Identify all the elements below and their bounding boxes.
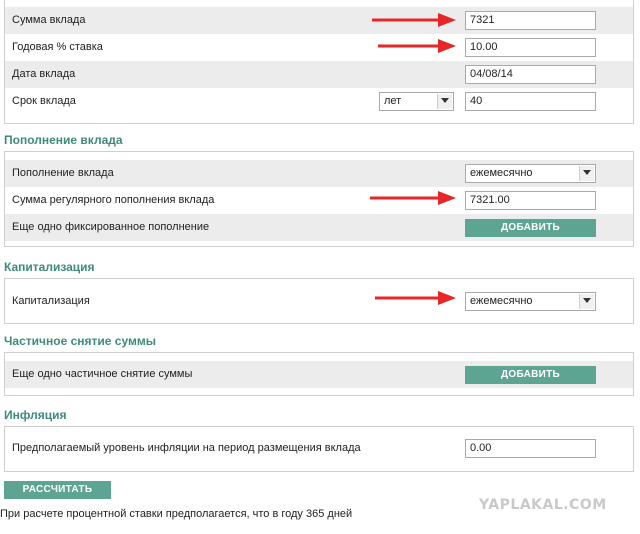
term-unit-value: лет xyxy=(384,95,402,107)
row-regular: Сумма регулярного пополнения вклада 7321… xyxy=(5,187,633,214)
red-arrow-icon xyxy=(378,39,456,53)
date-input[interactable]: 04/08/14 xyxy=(465,65,596,84)
fixed-label: Еще одно фиксированное пополнение xyxy=(12,221,210,233)
rate-input[interactable]: 10.00 xyxy=(465,38,596,57)
row-replenish-freq: Пополнение вклада ежемесячно xyxy=(5,160,633,187)
withdrawal-panel: Еще одно частичное снятие суммы ДОБАВИТЬ xyxy=(4,352,634,396)
term-input[interactable]: 40 xyxy=(465,92,596,111)
chevron-down-icon xyxy=(579,166,594,181)
watermark: YAPLAKAL.COM xyxy=(479,497,607,513)
row-capitalization: Капитализация ежемесячно xyxy=(5,288,633,315)
inflation-label: Предполагаемый уровень инфляции на перио… xyxy=(12,442,361,454)
chevron-down-icon xyxy=(437,94,452,109)
chevron-down-icon xyxy=(579,294,594,309)
regular-label: Сумма регулярного пополнения вклада xyxy=(12,194,215,206)
add-withdrawal-button[interactable]: ДОБАВИТЬ xyxy=(465,366,596,384)
row-rate: Годовая % ставка 10.00 xyxy=(5,34,633,61)
replenish-panel: Пополнение вклада ежемесячно Сумма регул… xyxy=(4,151,634,247)
replenish-heading: Пополнение вклада xyxy=(4,133,123,147)
replenish-freq-value: ежемесячно xyxy=(470,167,533,179)
red-arrow-icon xyxy=(375,291,456,305)
row-inflation: Предполагаемый уровень инфляции на перио… xyxy=(5,435,633,462)
inflation-panel: Предполагаемый уровень инфляции на перио… xyxy=(4,426,634,472)
regular-input[interactable]: 7321.00 xyxy=(465,191,596,210)
red-arrow-icon xyxy=(372,13,456,27)
withdrawal-label: Еще одно частичное снятие суммы xyxy=(12,368,193,380)
calculate-button[interactable]: РАССЧИТАТЬ xyxy=(4,481,111,499)
amount-label: Сумма вклада xyxy=(12,14,86,26)
footnote: При расчете процентной ставки предполага… xyxy=(0,508,353,520)
replenish-freq-label: Пополнение вклада xyxy=(12,167,114,179)
capitalization-value: ежемесячно xyxy=(470,295,533,307)
capitalization-heading: Капитализация xyxy=(4,260,95,274)
row-fixed: Еще одно фиксированное пополнение ДОБАВИ… xyxy=(5,214,633,241)
row-withdrawal: Еще одно частичное снятие суммы ДОБАВИТЬ xyxy=(5,361,633,388)
row-term: Срок вклада лет 40 xyxy=(5,88,633,115)
capitalization-select[interactable]: ежемесячно xyxy=(465,292,596,311)
inflation-input[interactable]: 0.00 xyxy=(465,439,596,458)
capitalization-panel: Капитализация ежемесячно xyxy=(4,278,634,324)
withdrawal-heading: Частичное снятие суммы xyxy=(4,334,156,348)
term-label: Срок вклада xyxy=(12,95,76,107)
red-arrow-icon xyxy=(370,191,456,205)
date-label: Дата вклада xyxy=(12,68,76,80)
rate-label: Годовая % ставка xyxy=(12,41,103,53)
replenish-freq-select[interactable]: ежемесячно xyxy=(465,164,596,183)
row-date: Дата вклада 04/08/14 xyxy=(5,61,633,88)
inflation-heading: Инфляция xyxy=(4,408,67,422)
amount-input[interactable]: 7321 xyxy=(465,11,596,30)
capitalization-label: Капитализация xyxy=(12,295,90,307)
term-unit-select[interactable]: лет xyxy=(379,92,454,111)
add-fixed-button[interactable]: ДОБАВИТЬ xyxy=(465,219,596,237)
row-amount: Сумма вклада 7321 xyxy=(5,7,633,34)
deposit-panel: Сумма вклада 7321 Годовая % ставка 10.00… xyxy=(4,0,634,124)
